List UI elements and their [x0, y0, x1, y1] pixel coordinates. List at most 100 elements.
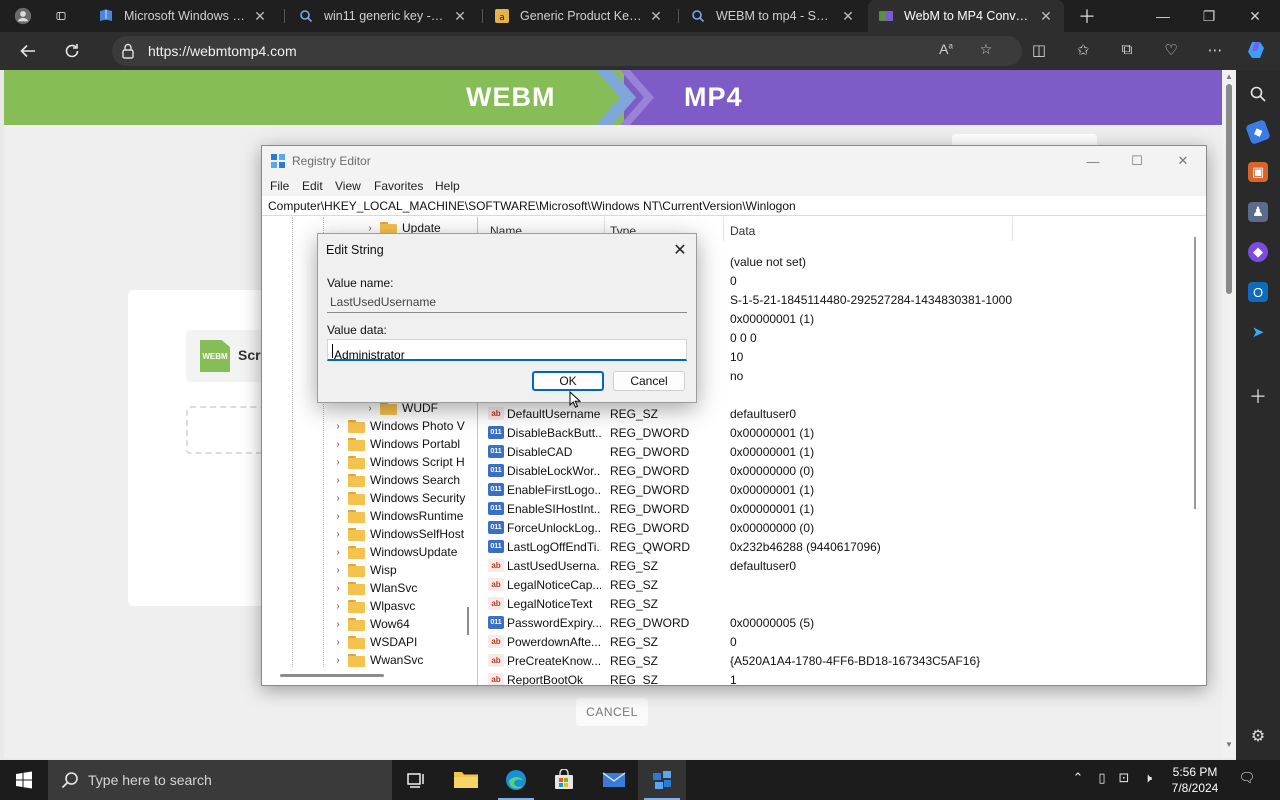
split-screen-icon[interactable]: ◫	[1028, 41, 1050, 61]
refresh-button[interactable]	[58, 37, 86, 65]
expand-chevron-icon[interactable]: ›	[332, 547, 344, 558]
tree-node[interactable]: › WindowsSelfHost	[332, 525, 464, 543]
expand-chevron-icon[interactable]: ›	[332, 493, 344, 504]
browser-tab[interactable]: WEBM to mp4 - Search ✕	[680, 0, 866, 32]
tree-vertical-scrollbar[interactable]	[467, 607, 469, 635]
expand-chevron-icon[interactable]: ›	[332, 439, 344, 450]
expand-chevron-icon[interactable]: ›	[332, 619, 344, 630]
tree-node[interactable]: › WindowsRuntime	[332, 507, 463, 525]
tree-node[interactable]: › Wow64	[332, 615, 409, 633]
ok-button[interactable]: OK	[532, 371, 604, 391]
close-button[interactable]: ✕	[1160, 146, 1206, 176]
table-row[interactable]: ab LastUsedUserna... REG_SZ defaultuser0	[482, 556, 1182, 575]
store-app[interactable]	[540, 760, 588, 800]
url-text[interactable]: https://webmtomp4.com	[148, 43, 297, 59]
tree-node[interactable]: › Wlpasvc	[332, 597, 415, 615]
menu-view[interactable]: View	[335, 179, 361, 193]
tree-horizontal-scrollbar[interactable]	[280, 674, 384, 677]
favorite-star-icon[interactable]: ☆	[974, 41, 998, 61]
expand-chevron-icon[interactable]: ›	[332, 565, 344, 576]
network-icon[interactable]: ⊡	[1114, 770, 1134, 790]
table-row[interactable]: 011 LastLogOffEndTi... REG_QWORD 0x232b4628…	[482, 537, 1182, 556]
back-button[interactable]	[14, 37, 42, 65]
mail-app[interactable]	[590, 760, 638, 800]
copilot-sidebar-icon[interactable]: ◆	[1248, 242, 1268, 262]
read-aloud-icon[interactable]: Aa	[934, 41, 958, 61]
notifications-icon[interactable]: 🗨	[1236, 770, 1258, 790]
table-row[interactable]: 011 EnableSIHostInt... REG_DWORD 0x00000001…	[482, 499, 1182, 518]
expand-chevron-icon[interactable]: ›	[332, 583, 344, 594]
table-row[interactable]: ab LegalNoticeText REG_SZ	[482, 594, 1182, 613]
usb-device-icon[interactable]: ▯	[1092, 770, 1112, 790]
show-hidden-icons-chevron-icon[interactable]: ⌃	[1068, 770, 1088, 790]
system-clock[interactable]: 5:56 PM 7/8/2024	[1165, 764, 1225, 796]
table-row[interactable]: 011 EnableFirstLogo... REG_DWORD 0x00000001…	[482, 480, 1182, 499]
list-vertical-scrollbar[interactable]	[1194, 237, 1196, 509]
outlook-icon[interactable]: O	[1248, 282, 1268, 302]
tab-actions-button[interactable]	[46, 0, 76, 32]
table-row[interactable]: 011 DisableCAD REG_DWORD 0x00000001 (1)	[482, 442, 1182, 461]
table-row[interactable]: 011 DisableBackButt... REG_DWORD 0x00000001…	[482, 423, 1182, 442]
column-divider[interactable]	[723, 217, 724, 241]
close-tab-icon[interactable]: ✕	[840, 8, 856, 25]
cancel-conversion-button[interactable]: CANCEL	[576, 698, 648, 726]
tree-node[interactable]: › WindowsUpdate	[332, 543, 457, 561]
task-view-button[interactable]	[392, 760, 440, 800]
start-button[interactable]	[0, 760, 48, 800]
close-tab-icon[interactable]: ✕	[452, 8, 468, 25]
tools-icon[interactable]: ▣	[1248, 162, 1268, 182]
menu-help[interactable]: Help	[435, 179, 460, 193]
taskbar-search-box[interactable]: Type here to search	[48, 760, 392, 800]
maximize-button[interactable]: ☐	[1114, 146, 1160, 176]
minimize-button[interactable]: —	[1070, 146, 1116, 176]
browser-tab[interactable]: win11 generic key - Sear ✕	[288, 0, 478, 32]
table-row[interactable]: ab PowerdownAfte... REG_SZ 0	[482, 632, 1182, 651]
registry-editor-app[interactable]	[638, 760, 686, 800]
dialog-close-icon[interactable]: ✕	[668, 238, 692, 262]
tree-node[interactable]: › WwanSvc	[332, 651, 423, 669]
tree-node[interactable]: › Windows Portabl	[332, 435, 460, 453]
registry-title-bar[interactable]: Registry Editor — ☐ ✕	[262, 146, 1206, 176]
games-icon[interactable]: ♟	[1248, 202, 1268, 222]
tree-node[interactable]: › Windows Security	[332, 489, 465, 507]
collections-icon[interactable]: ⧉	[1116, 41, 1138, 61]
restore-button[interactable]: ❐	[1186, 0, 1232, 32]
menu-edit[interactable]: Edit	[302, 179, 323, 193]
menu-favorites[interactable]: Favorites	[374, 179, 423, 193]
expand-chevron-icon[interactable]: ›	[332, 529, 344, 540]
lock-icon[interactable]	[120, 42, 136, 60]
close-tab-icon[interactable]: ✕	[648, 8, 664, 25]
address-bar[interactable]: https://webmtomp4.com Aa ☆	[112, 36, 1022, 66]
column-data[interactable]: Data	[730, 224, 755, 238]
tree-node[interactable]: › Windows Search	[332, 471, 460, 489]
expand-chevron-icon[interactable]: ›	[364, 403, 376, 414]
close-window-button[interactable]: ✕	[1232, 0, 1278, 32]
new-tab-button[interactable]: ＋	[1072, 0, 1102, 32]
expand-chevron-icon[interactable]: ›	[332, 601, 344, 612]
table-row[interactable]: 011 PasswordExpiry... REG_DWORD 0x00000005 …	[482, 613, 1182, 632]
tree-node[interactable]: › Windows Photo V	[332, 417, 464, 435]
cancel-button[interactable]: Cancel	[613, 371, 685, 391]
browser-tab[interactable]: Microsoft Windows 10 v ✕	[88, 0, 278, 32]
minimize-button[interactable]: —	[1140, 0, 1186, 32]
column-divider[interactable]	[1012, 217, 1013, 241]
settings-gear-icon[interactable]: ⚙	[1248, 726, 1268, 746]
close-tab-icon[interactable]: ✕	[1038, 8, 1054, 25]
value-data-input[interactable]: Administrator	[327, 339, 687, 362]
expand-chevron-icon[interactable]: ›	[332, 421, 344, 432]
scroll-up-icon[interactable]: ▲	[1224, 72, 1234, 81]
browser-tab[interactable]: a Generic Product Keys to ✕	[484, 0, 674, 32]
scroll-down-icon[interactable]: ▼	[1224, 740, 1234, 749]
expand-chevron-icon[interactable]: ›	[332, 457, 344, 468]
expand-chevron-icon[interactable]: ›	[332, 511, 344, 522]
table-row[interactable]: 011 DisableLockWor... REG_DWORD 0x00000000 …	[482, 461, 1182, 480]
copilot-icon[interactable]	[1246, 39, 1268, 59]
volume-muted-icon[interactable]: 🕨	[1138, 770, 1158, 790]
expand-chevron-icon[interactable]: ›	[364, 223, 376, 234]
page-scrollbar[interactable]: ▲ ▼	[1222, 70, 1236, 758]
profile-avatar[interactable]	[4, 0, 42, 32]
send-icon[interactable]: ➤	[1248, 322, 1268, 342]
table-row[interactable]: 011 ForceUnlockLog... REG_DWORD 0x00000000 …	[482, 518, 1182, 537]
add-icon[interactable]: ＋	[1248, 386, 1268, 407]
registry-address-bar[interactable]: Computer\HKEY_LOCAL_MACHINE\SOFTWARE\Mic…	[262, 196, 1206, 216]
